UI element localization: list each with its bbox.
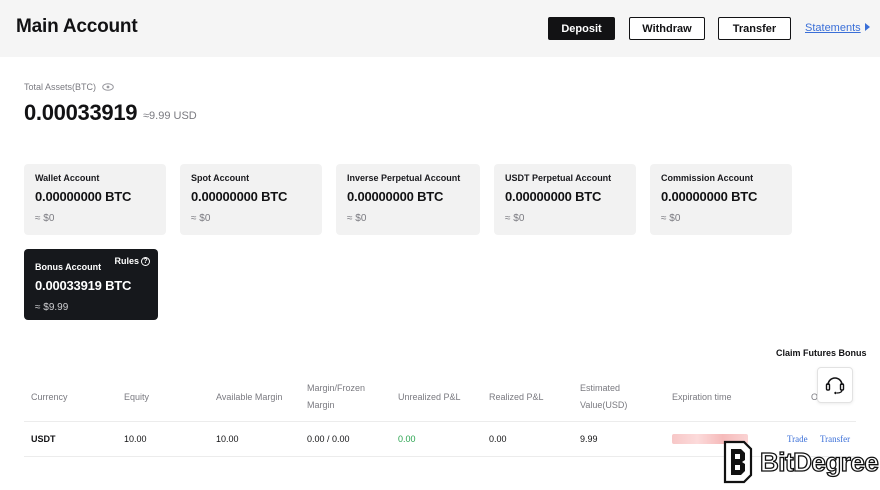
total-assets-text: Total Assets(BTC) — [24, 82, 97, 92]
account-usd: ≈ $9.99 — [35, 302, 69, 313]
column-header-estimated-value: Estimated Value(USD) — [580, 380, 627, 414]
wallet-account-card[interactable]: Wallet Account 0.00000000 BTC ≈ $0 — [24, 164, 166, 235]
page-title: Main Account — [16, 16, 138, 37]
usdt-perpetual-account-card[interactable]: USDT Perpetual Account 0.00000000 BTC ≈ … — [494, 164, 636, 235]
account-balance: 0.00000000 BTC — [661, 189, 758, 204]
account-name: Inverse Perpetual Account — [347, 173, 461, 183]
header-line: Estimated — [580, 383, 621, 393]
header-line: Value(USD) — [580, 400, 628, 410]
bitdegree-logo-icon — [723, 440, 753, 484]
total-assets-label: Total Assets(BTC) — [24, 82, 114, 92]
account-usd: ≈ $0 — [35, 213, 55, 224]
transfer-button[interactable]: Transfer — [718, 17, 791, 40]
account-name: Wallet Account — [35, 173, 100, 183]
cell-available-margin: 10.00 — [216, 434, 239, 444]
question-circle-icon: ? — [141, 256, 150, 266]
total-assets-usd: ≈9.99 USD — [143, 110, 197, 122]
account-balance: 0.00000000 BTC — [35, 189, 132, 204]
cell-equity: 10.00 — [124, 434, 147, 444]
claim-futures-bonus-link[interactable]: Claim Futures Bonus — [776, 348, 867, 358]
table-divider — [24, 421, 856, 422]
cell-realized-pnl: 0.00 — [489, 434, 507, 444]
withdraw-button[interactable]: Withdraw — [629, 17, 705, 40]
account-usd: ≈ $0 — [191, 213, 211, 224]
cell-margin-frozen: 0.00 / 0.00 — [307, 434, 350, 444]
cell-currency: USDT — [31, 434, 56, 444]
account-usd: ≈ $0 — [505, 213, 525, 224]
account-balance: 0.00000000 BTC — [191, 189, 288, 204]
rules-link[interactable]: Rules ? — [114, 256, 150, 266]
cell-estimated-value: 9.99 — [580, 434, 598, 444]
account-balance: 0.00000000 BTC — [505, 189, 602, 204]
headset-icon — [825, 377, 845, 395]
caret-right-icon — [864, 23, 870, 31]
deposit-button[interactable]: Deposit — [548, 17, 615, 40]
account-name: USDT Perpetual Account — [505, 173, 612, 183]
column-header-realized-pnl: Realized P&L — [489, 392, 544, 402]
account-balance: 0.00033919 BTC — [35, 278, 132, 293]
rules-label: Rules — [114, 256, 139, 266]
column-header-unrealized-pnl: Unrealized P&L — [398, 392, 461, 402]
cell-unrealized-pnl: 0.00 — [398, 434, 416, 444]
watermark-text: BitDegree — [759, 446, 879, 477]
eye-icon[interactable] — [102, 83, 114, 91]
column-header-currency: Currency — [31, 392, 68, 402]
column-header-equity: Equity — [124, 392, 150, 402]
header-line: Margin — [307, 400, 335, 410]
support-chat-button[interactable] — [817, 367, 853, 403]
account-name: Spot Account — [191, 173, 250, 183]
account-balance: 0.00000000 BTC — [347, 189, 444, 204]
statements-link[interactable]: Statements — [805, 22, 870, 34]
statements-label: Statements — [805, 22, 861, 34]
column-header-margin-frozen: Margin/Frozen Margin — [307, 380, 365, 414]
account-name: Commission Account — [661, 173, 754, 183]
column-header-expiration-time: Expiration time — [672, 392, 732, 402]
header-line: Margin/Frozen — [307, 383, 366, 393]
inverse-perpetual-account-card[interactable]: Inverse Perpetual Account 0.00000000 BTC… — [336, 164, 480, 235]
bitdegree-watermark: BitDegree — [722, 440, 879, 484]
bonus-account-card[interactable]: Bonus Account Rules ? 0.00033919 BTC ≈ $… — [24, 249, 158, 320]
account-usd: ≈ $0 — [347, 213, 367, 224]
spot-account-card[interactable]: Spot Account 0.00000000 BTC ≈ $0 — [180, 164, 322, 235]
account-usd: ≈ $0 — [661, 213, 681, 224]
column-header-available-margin: Available Margin — [216, 392, 283, 402]
commission-account-card[interactable]: Commission Account 0.00000000 BTC ≈ $0 — [650, 164, 792, 235]
total-assets-value: 0.00033919 — [24, 100, 138, 125]
